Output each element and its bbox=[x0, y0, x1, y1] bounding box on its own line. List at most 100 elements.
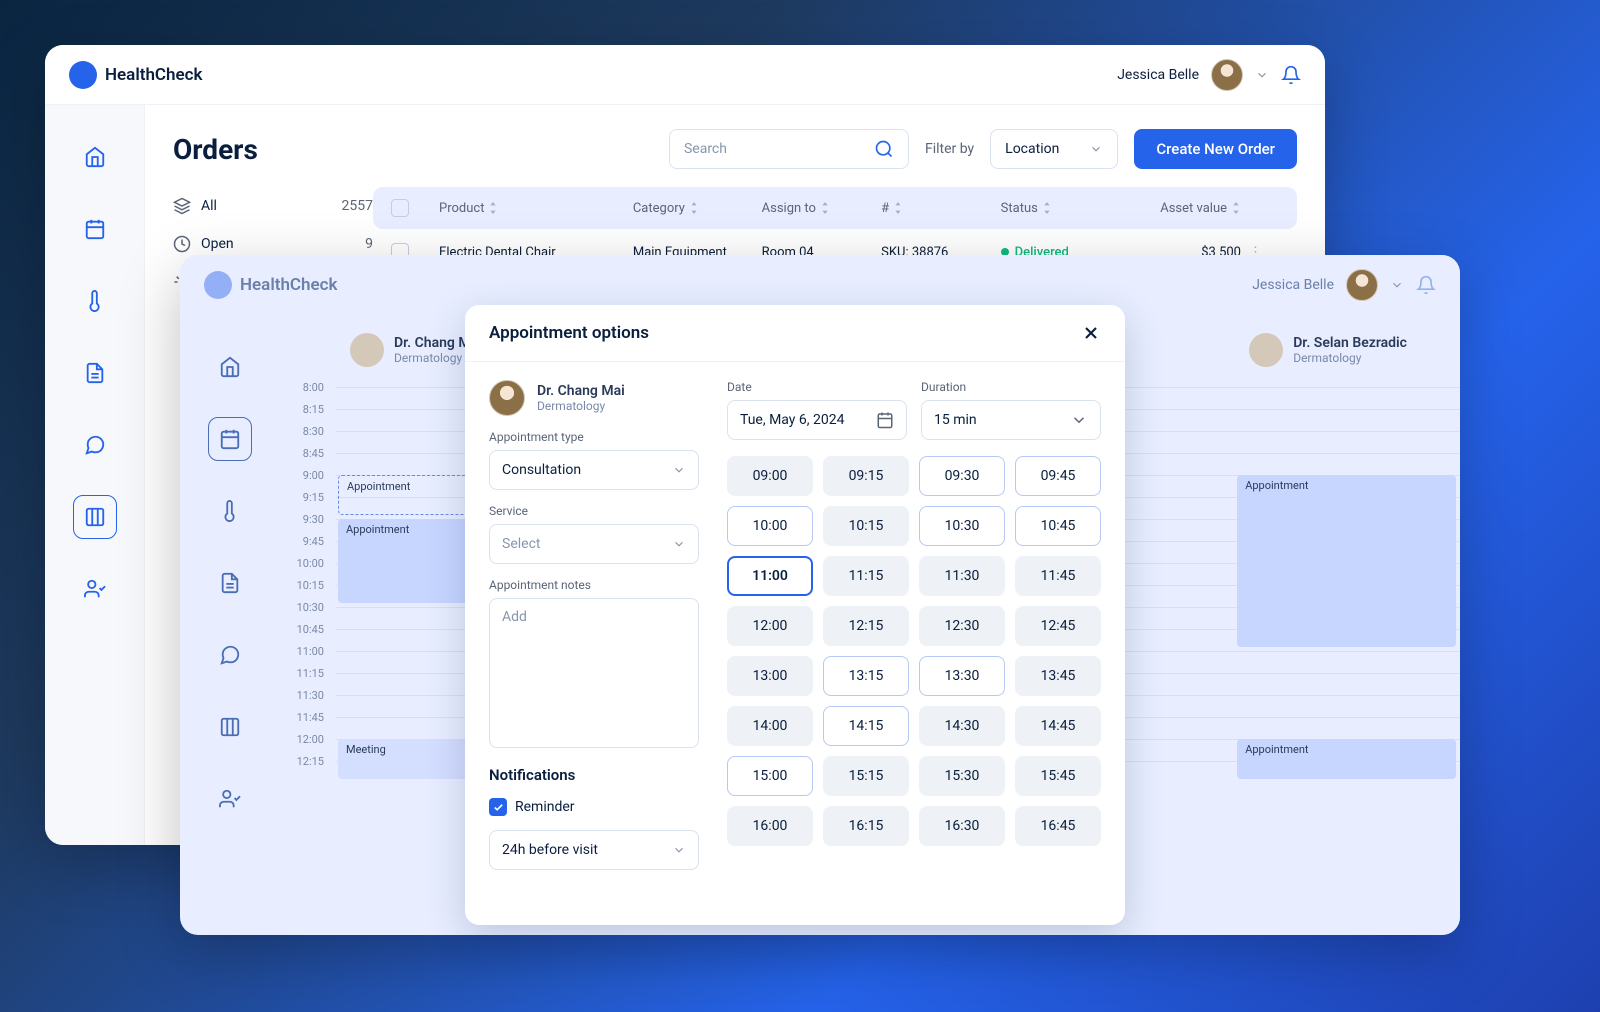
time-slot[interactable]: 10:15 bbox=[823, 506, 909, 546]
time-slot[interactable]: 13:00 bbox=[727, 656, 813, 696]
status-filter-all[interactable]: All 2557 bbox=[173, 187, 373, 225]
time-slot[interactable]: 09:45 bbox=[1015, 456, 1101, 496]
time-label: 9:45 bbox=[280, 535, 330, 548]
appointment-block[interactable]: Appointment bbox=[1237, 475, 1456, 647]
close-icon[interactable] bbox=[1081, 323, 1101, 343]
chevron-down-icon bbox=[1089, 142, 1103, 156]
chevron-down-icon[interactable] bbox=[1390, 278, 1404, 292]
time-slot[interactable]: 16:15 bbox=[823, 806, 909, 846]
time-slot[interactable]: 11:00 bbox=[727, 556, 813, 596]
col-sku[interactable]: # bbox=[881, 201, 993, 216]
doctor-avatar bbox=[489, 380, 525, 416]
sidebar-chat[interactable] bbox=[73, 423, 117, 467]
time-slot[interactable]: 14:45 bbox=[1015, 706, 1101, 746]
time-slot[interactable]: 10:00 bbox=[727, 506, 813, 546]
sidebar-home[interactable] bbox=[208, 345, 252, 389]
user-name: Jessica Belle bbox=[1252, 277, 1334, 293]
time-slot[interactable]: 10:45 bbox=[1015, 506, 1101, 546]
create-order-button[interactable]: Create New Order bbox=[1134, 129, 1297, 169]
duration-select[interactable]: 15 min bbox=[921, 400, 1101, 440]
notes-label: Appointment notes bbox=[489, 578, 699, 592]
time-slot[interactable]: 09:15 bbox=[823, 456, 909, 496]
doctor-name: Dr. Selan Bezradic bbox=[1293, 335, 1407, 351]
chevron-down-icon bbox=[672, 537, 686, 551]
chevron-down-icon bbox=[672, 843, 686, 857]
service-select[interactable]: Select bbox=[489, 524, 699, 564]
notifications-heading: Notifications bbox=[489, 766, 699, 784]
layers-icon bbox=[173, 197, 191, 215]
avatar[interactable] bbox=[1211, 59, 1243, 91]
time-slot[interactable]: 15:15 bbox=[823, 756, 909, 796]
table-head: Product Category Assign to # Status Asse… bbox=[373, 187, 1297, 229]
reminder-time-select[interactable]: 24h before visit bbox=[489, 830, 699, 870]
doctor-spec: Dermatology bbox=[537, 399, 625, 413]
time-slot[interactable]: 16:00 bbox=[727, 806, 813, 846]
sidebar-users[interactable] bbox=[73, 567, 117, 611]
time-slot[interactable]: 09:30 bbox=[919, 456, 1005, 496]
sidebar-calendar[interactable] bbox=[208, 417, 252, 461]
time-slot[interactable]: 13:15 bbox=[823, 656, 909, 696]
time-slot[interactable]: 12:15 bbox=[823, 606, 909, 646]
col-category[interactable]: Category bbox=[633, 201, 754, 216]
brand-name: HealthCheck bbox=[240, 275, 338, 295]
appointment-block[interactable]: Appointment bbox=[1237, 739, 1456, 779]
bell-icon[interactable] bbox=[1416, 275, 1436, 295]
logo[interactable]: HealthCheck bbox=[69, 61, 203, 89]
modal-title: Appointment options bbox=[489, 323, 649, 343]
time-label: 12:00 bbox=[280, 733, 330, 746]
sidebar-temperature[interactable] bbox=[73, 279, 117, 323]
time-slot[interactable]: 15:30 bbox=[919, 756, 1005, 796]
time-slot[interactable]: 14:30 bbox=[919, 706, 1005, 746]
time-slot[interactable]: 12:30 bbox=[919, 606, 1005, 646]
col-product[interactable]: Product bbox=[439, 201, 625, 216]
time-slot[interactable]: 15:45 bbox=[1015, 756, 1101, 796]
time-slot[interactable]: 13:30 bbox=[919, 656, 1005, 696]
time-slot[interactable]: 13:45 bbox=[1015, 656, 1101, 696]
sidebar-chat[interactable] bbox=[208, 633, 252, 677]
time-label: 11:30 bbox=[280, 689, 330, 702]
col-status[interactable]: Status bbox=[1001, 201, 1113, 216]
sidebar-calendar[interactable] bbox=[73, 207, 117, 251]
sidebar-board[interactable] bbox=[73, 495, 117, 539]
col-assign[interactable]: Assign to bbox=[762, 201, 874, 216]
filter-select[interactable]: Location bbox=[990, 129, 1118, 169]
time-label: 10:15 bbox=[280, 579, 330, 592]
time-slot[interactable]: 09:00 bbox=[727, 456, 813, 496]
col-value[interactable]: Asset value bbox=[1120, 201, 1241, 216]
notes-textarea[interactable]: Add bbox=[489, 598, 699, 748]
time-slot[interactable]: 11:45 bbox=[1015, 556, 1101, 596]
sidebar-board[interactable] bbox=[208, 705, 252, 749]
date-input[interactable]: Tue, May 6, 2024 bbox=[727, 400, 907, 440]
type-select[interactable]: Consultation bbox=[489, 450, 699, 490]
sidebar-document[interactable] bbox=[73, 351, 117, 395]
sidebar-document[interactable] bbox=[208, 561, 252, 605]
time-slot[interactable]: 15:00 bbox=[727, 756, 813, 796]
logo[interactable]: HealthCheck bbox=[204, 271, 338, 299]
time-slot[interactable]: 12:45 bbox=[1015, 606, 1101, 646]
sidebar-users[interactable] bbox=[208, 777, 252, 821]
doctor-info: Dr. Chang Mai Dermatology bbox=[489, 380, 699, 416]
topbar: HealthCheck Jessica Belle bbox=[45, 45, 1325, 105]
search-input[interactable]: Search bbox=[669, 129, 909, 169]
reminder-option[interactable]: Reminder bbox=[489, 798, 699, 816]
bell-icon[interactable] bbox=[1281, 65, 1301, 85]
modal-left-column: Dr. Chang Mai Dermatology Appointment ty… bbox=[489, 380, 699, 870]
select-all-checkbox[interactable] bbox=[391, 199, 409, 217]
reminder-checkbox[interactable] bbox=[489, 798, 507, 816]
time-slot[interactable]: 16:45 bbox=[1015, 806, 1101, 846]
time-slot[interactable]: 12:00 bbox=[727, 606, 813, 646]
sidebar bbox=[180, 315, 280, 935]
time-slot[interactable]: 11:30 bbox=[919, 556, 1005, 596]
time-slot[interactable]: 16:30 bbox=[919, 806, 1005, 846]
chevron-down-icon[interactable] bbox=[1255, 68, 1269, 82]
time-slot[interactable]: 14:00 bbox=[727, 706, 813, 746]
time-slot[interactable]: 10:30 bbox=[919, 506, 1005, 546]
sidebar-temperature[interactable] bbox=[208, 489, 252, 533]
time-label: 10:00 bbox=[280, 557, 330, 570]
time-slot[interactable]: 11:15 bbox=[823, 556, 909, 596]
avatar[interactable] bbox=[1346, 269, 1378, 301]
time-slot[interactable]: 14:15 bbox=[823, 706, 909, 746]
doctor-column[interactable]: Dr. Selan BezradicDermatology bbox=[1235, 325, 1460, 375]
time-slots-grid: 09:0009:1509:3009:45 10:0010:1510:3010:45… bbox=[727, 456, 1101, 846]
sidebar-home[interactable] bbox=[73, 135, 117, 179]
